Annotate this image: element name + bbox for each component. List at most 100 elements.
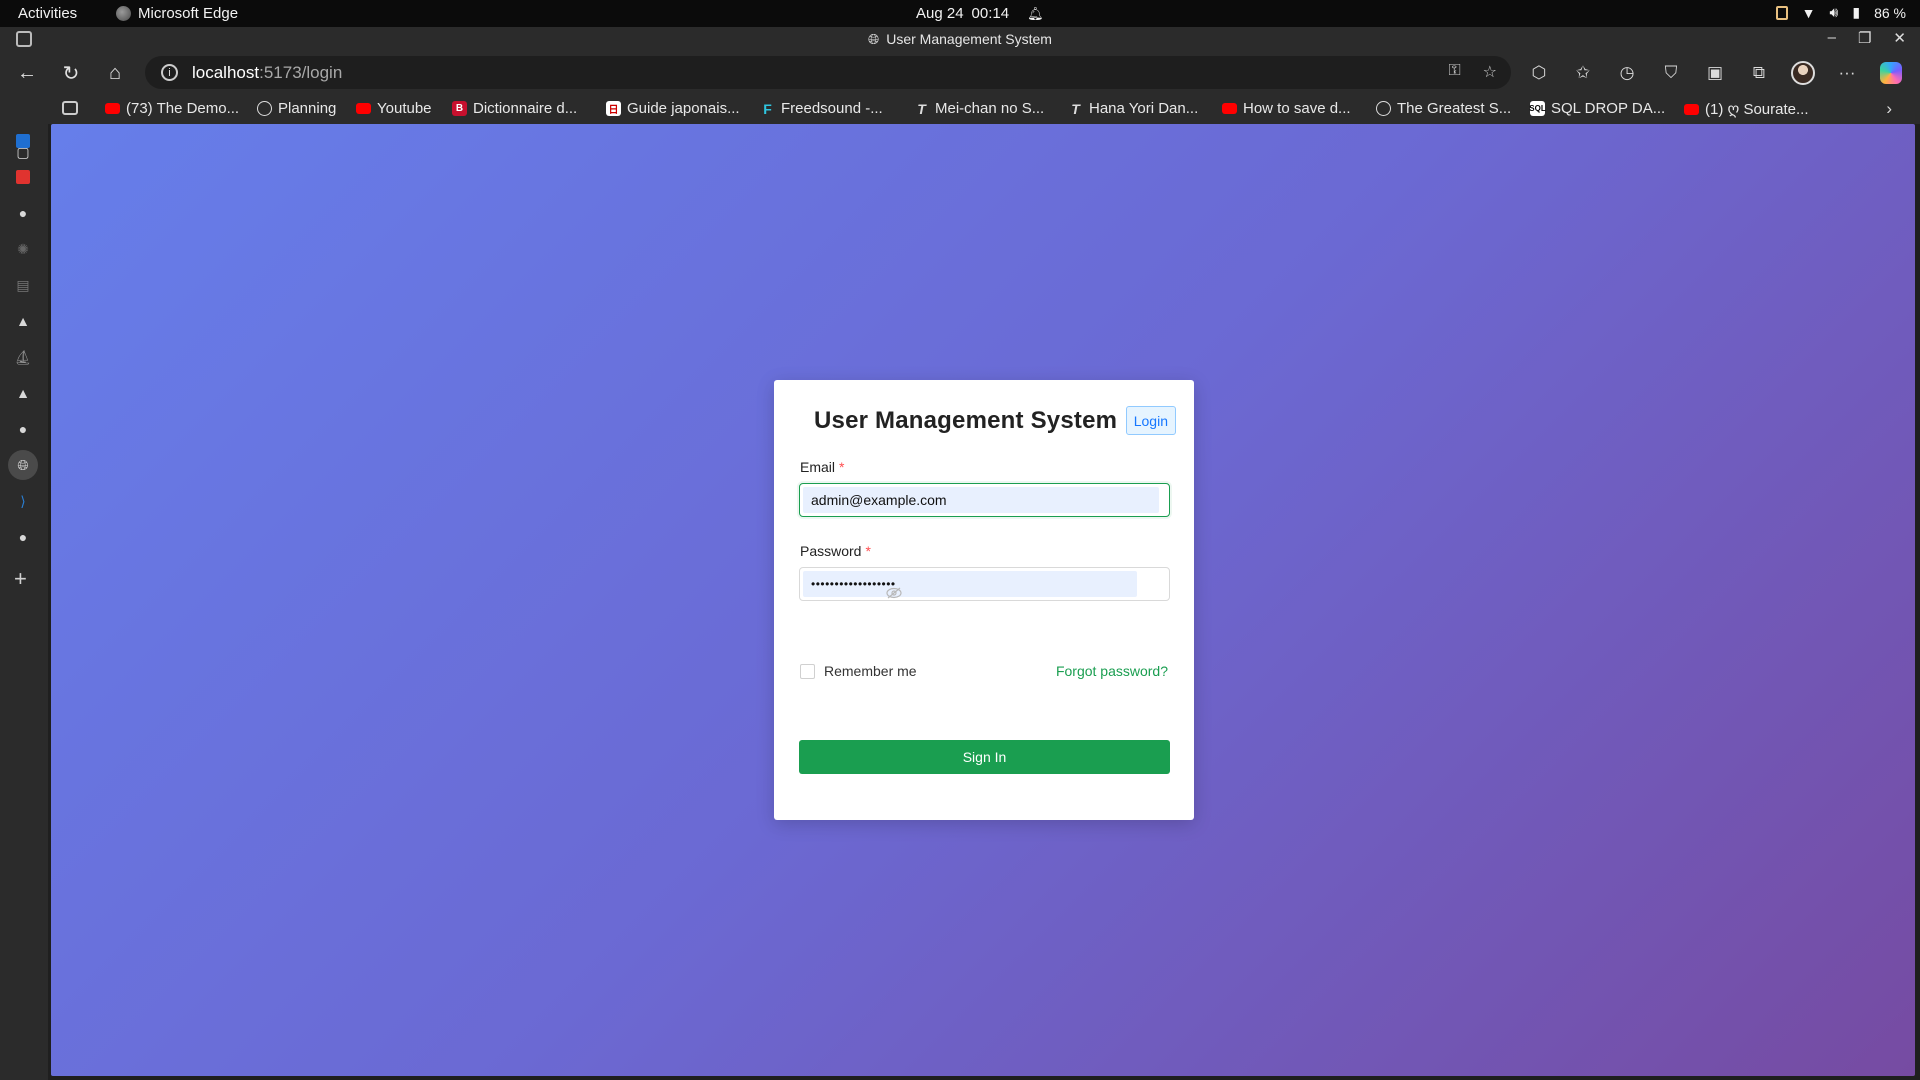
system-tray[interactable]: ▼ 🔊︎ ▮ 86 % [1775,4,1906,21]
required-asterisk: * [839,459,845,475]
extensions-icon[interactable]: ⬡ [1524,58,1554,88]
reading-list-icon[interactable] [62,101,78,115]
remember-me-checkbox[interactable] [800,663,815,679]
add-icon[interactable]: + [14,566,27,592]
github-icon[interactable]: ● [11,201,35,225]
clock-date: Aug 24 [916,5,964,22]
login-card: User Management System Login Email * admi… [774,380,1194,820]
bookmark-item[interactable]: The Greatest S... [1376,100,1511,117]
page-viewport: User Management System Login Email * admi… [51,124,1915,1076]
address-bar-actions: ⚿ ☆ [1448,62,1497,82]
more-menu-icon[interactable]: ··· [1832,58,1862,88]
bookmark-item[interactable]: F Freedsound -... [760,100,883,117]
globe-icon[interactable]: 🌐︎ [8,450,38,480]
notes-icon[interactable]: ▤ [11,273,35,297]
favorite-star-icon[interactable]: ☆ [1483,62,1497,82]
bookmark-item[interactable]: Youtube [356,100,432,117]
volume-icon: 🔊︎ [1829,4,1839,20]
bookmark-label: SQL DROP DA... [1551,100,1666,117]
browser-chrome: 🌐︎ User Management System – ❐ ✕ ← ↻ ⌂ i … [0,27,1920,124]
url-path: :5173/login [259,62,343,82]
github-icon[interactable]: ● [11,417,35,441]
bookmark-item[interactable]: T Hana Yori Dan... [1068,100,1198,117]
browser-toolbar: ⬡ ✩ ◷ ⛉ ▣ ⧉ ··· [1524,58,1906,88]
clock-time: 00:14 [971,5,1010,22]
address-bar[interactable]: i localhost:5173/login ⚿ ☆ [145,56,1511,89]
email-label: Email * [800,459,844,475]
restore-icon[interactable]: ❐ [1858,29,1871,47]
sail-icon[interactable]: ⛵︎ [11,345,35,369]
favorites-icon[interactable]: ✩ [1568,58,1598,88]
globe-icon [1376,101,1391,116]
vercel-icon[interactable]: ▲ [11,309,35,333]
key-icon[interactable]: ⚿ [1448,62,1460,82]
vscode-icon[interactable]: ⟩ [11,489,35,513]
screenshot-icon[interactable]: ▣ [1700,58,1730,88]
bookmark-label: The Greatest S... [1397,100,1512,117]
bookmark-item[interactable]: Planning [257,100,336,117]
email-field[interactable]: admin@example.com [799,483,1170,517]
history-icon[interactable]: ◷ [1612,58,1642,88]
outlook-icon[interactable] [11,129,35,153]
password-field[interactable]: •••••••••••••••••• [799,567,1170,601]
app-menu[interactable]: Microsoft Edge [116,5,238,22]
browser-essentials-icon[interactable]: ⛉ [1656,58,1686,88]
vercel-icon[interactable]: ▲ [11,381,35,405]
refresh-icon[interactable]: ↻ [56,58,86,88]
chevron-right-icon[interactable]: › [1886,99,1892,119]
clock[interactable]: Aug 24 00:14 🔔︎ [916,5,1044,22]
bookmark-label: How to save d... [1243,100,1351,117]
bookmark-item[interactable]: (73) The Demo... [105,100,239,117]
bookmark-item[interactable]: T Mei-chan no S... [914,100,1044,117]
bookmark-item[interactable]: 日 Guide japonais... [606,100,740,117]
github-icon[interactable]: ● [11,525,35,549]
remember-me-label: Remember me [824,663,917,679]
bookmark-label: Freedsound -... [781,100,883,117]
bookmark-label: Youtube [377,100,432,117]
card-header: User Management System Login [814,405,1176,437]
bookmark-item[interactable]: How to save d... [1222,100,1351,117]
required-asterisk: * [865,543,871,559]
site-info-icon[interactable]: i [161,64,178,81]
bookmark-label: Dictionnaire d... [473,100,578,117]
copilot-icon[interactable] [1876,58,1906,88]
battery-percent: 86 % [1874,4,1906,21]
back-arrow-icon[interactable]: ← [12,58,42,88]
navigation-row: ← ↻ ⌂ i localhost:5173/login ⚿ ☆ ⬡ ✩ ◷ ⛉… [0,51,1920,95]
japanese-guide-icon: 日 [606,101,621,116]
avatar [1791,61,1815,85]
system-top-bar: Activities Microsoft Edge Aug 24 00:14 🔔… [0,0,1920,27]
bookmark-label: (73) The Demo... [126,100,240,117]
url-host: localhost [192,62,260,82]
copilot-logo-icon [1880,62,1902,84]
activities-button[interactable]: Activities [18,5,77,22]
email-label-text: Email [800,459,836,475]
eye-invisible-svg [886,587,902,599]
home-icon[interactable]: ⌂ [100,58,130,88]
bookmark-item[interactable]: B Dictionnaire d... [452,100,577,117]
forgot-password-link[interactable]: Forgot password? [1056,663,1168,679]
window-title: User Management System [886,31,1052,47]
sign-in-button[interactable]: Sign In [799,740,1170,774]
eye-invisible-icon[interactable] [886,586,902,600]
bookmark-item[interactable]: SQL SQL DROP DA... [1529,100,1666,117]
pdf-icon[interactable] [11,165,35,189]
bookmark-item[interactable]: (1) ღ Sourate... [1684,100,1809,118]
youtube-icon [105,103,120,114]
sql-icon: SQL [1529,101,1546,116]
tab-actions-icon[interactable] [16,31,32,47]
translation-icon: T [1071,100,1080,117]
clipboard-indicator-icon[interactable] [1775,5,1788,20]
window-title-bar: 🌐︎ User Management System – ❐ ✕ [0,27,1920,51]
minimize-icon[interactable]: – [1828,29,1836,47]
profile-avatar[interactable] [1788,58,1818,88]
collections-icon[interactable]: ⧉ [1744,58,1774,88]
youtube-icon [356,103,371,114]
chatgpt-icon[interactable]: ✺ [11,237,35,261]
wifi-icon: ▼ [1801,4,1816,21]
password-label-text: Password [800,543,862,559]
close-window-icon[interactable]: ✕ [1893,29,1906,47]
bookmark-label: Mei-chan no S... [935,100,1045,117]
bookmarks-bar: (73) The Demo... Planning Youtube B Dicti… [0,95,1920,124]
remember-me[interactable]: Remember me [800,663,917,679]
